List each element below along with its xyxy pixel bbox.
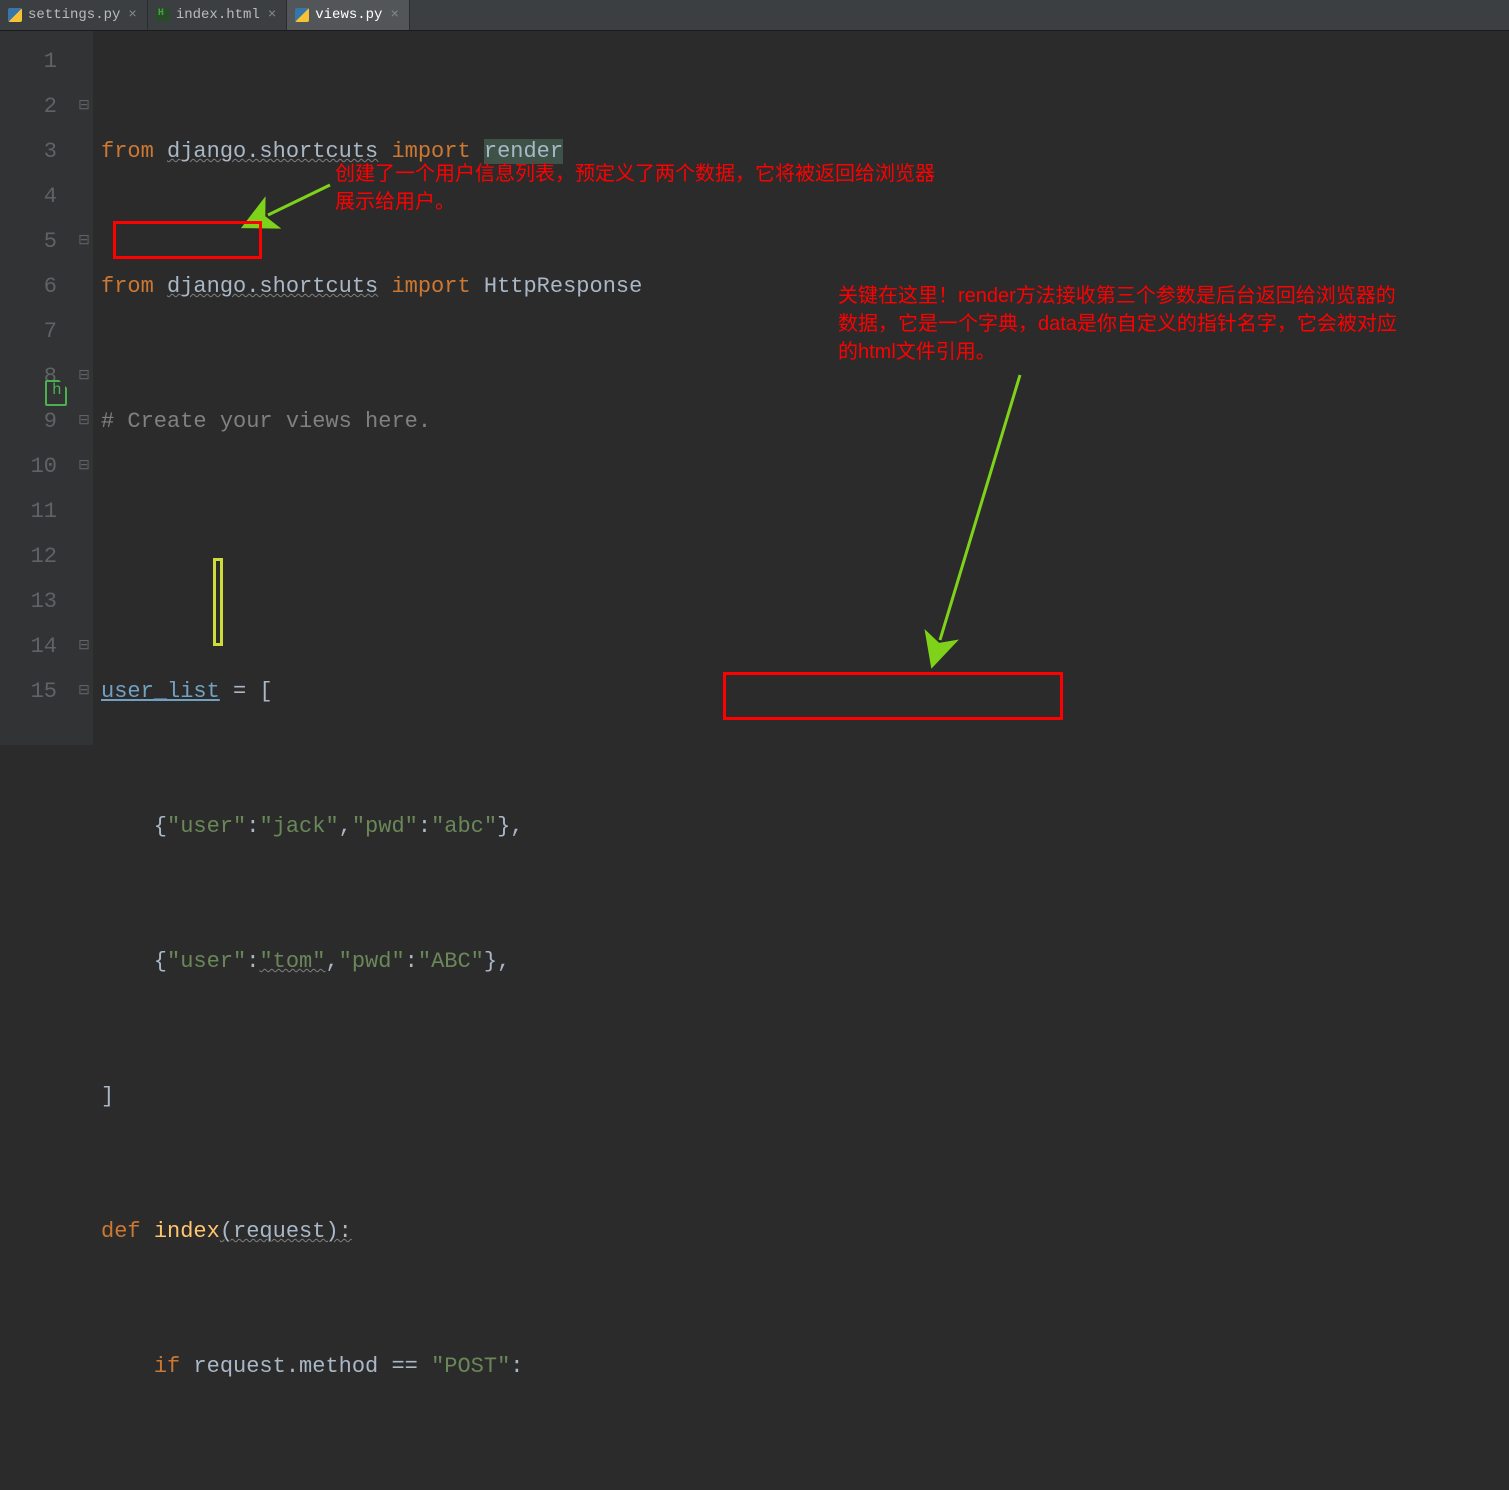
code-line: # Create your views here.	[101, 399, 1509, 444]
code-line: {"user":"jack","pwd":"abc"},	[101, 804, 1509, 849]
tab-label: settings.py	[28, 7, 120, 23]
fold-icon[interactable]: ⊟	[75, 219, 93, 264]
code-editor[interactable]: 1 2 3 4 5 6 7 8 9 10 11 12 13 14 15 ⊟ ⊟ …	[0, 31, 1509, 745]
code-area[interactable]: from django.shortcuts import render from…	[93, 31, 1509, 745]
python-icon	[295, 8, 309, 22]
tab-settings-py[interactable]: settings.py ×	[0, 0, 148, 30]
code-line: if request.method == "POST":	[101, 1344, 1509, 1389]
close-icon[interactable]: ×	[388, 7, 400, 23]
fold-icon[interactable]: ⊟	[75, 444, 93, 489]
close-icon[interactable]: ×	[266, 7, 278, 23]
code-line: ]	[101, 1074, 1509, 1119]
fold-icon[interactable]: ⊟	[75, 669, 93, 714]
tab-views-py[interactable]: views.py ×	[287, 0, 410, 30]
code-line: username = request.POST.get("username", …	[101, 1479, 1509, 1490]
fold-icon[interactable]: ⊟	[75, 624, 93, 669]
fold-icon[interactable]: ⊟	[75, 84, 93, 129]
fold-icon[interactable]: ⊟	[75, 399, 93, 444]
html-icon	[156, 8, 170, 22]
tab-label: index.html	[176, 7, 260, 23]
tab-bar: settings.py × index.html × views.py ×	[0, 0, 1509, 31]
fold-gutter: ⊟ ⊟ ⊟ ⊟ ⊟ ⊟ ⊟	[75, 31, 93, 745]
python-icon	[8, 8, 22, 22]
code-line: def index(request):	[101, 1209, 1509, 1254]
code-line: user_list = [	[101, 669, 1509, 714]
annotation-text: 关键在这里！render方法接收第三个参数是后台返回给浏览器的 数据，它是一个字…	[838, 282, 1397, 366]
tab-index-html[interactable]: index.html ×	[148, 0, 287, 30]
code-line: {"user":"tom","pwd":"ABC"},	[101, 939, 1509, 984]
fold-icon[interactable]: ⊟	[75, 354, 93, 399]
code-line	[101, 534, 1509, 579]
tab-label: views.py	[315, 7, 382, 23]
close-icon[interactable]: ×	[126, 7, 138, 23]
html-file-icon	[45, 380, 67, 406]
annotation-text: 创建了一个用户信息列表，预定义了两个数据，它将被返回给浏览器 展示给用户。	[335, 160, 935, 216]
change-marker	[213, 558, 223, 646]
